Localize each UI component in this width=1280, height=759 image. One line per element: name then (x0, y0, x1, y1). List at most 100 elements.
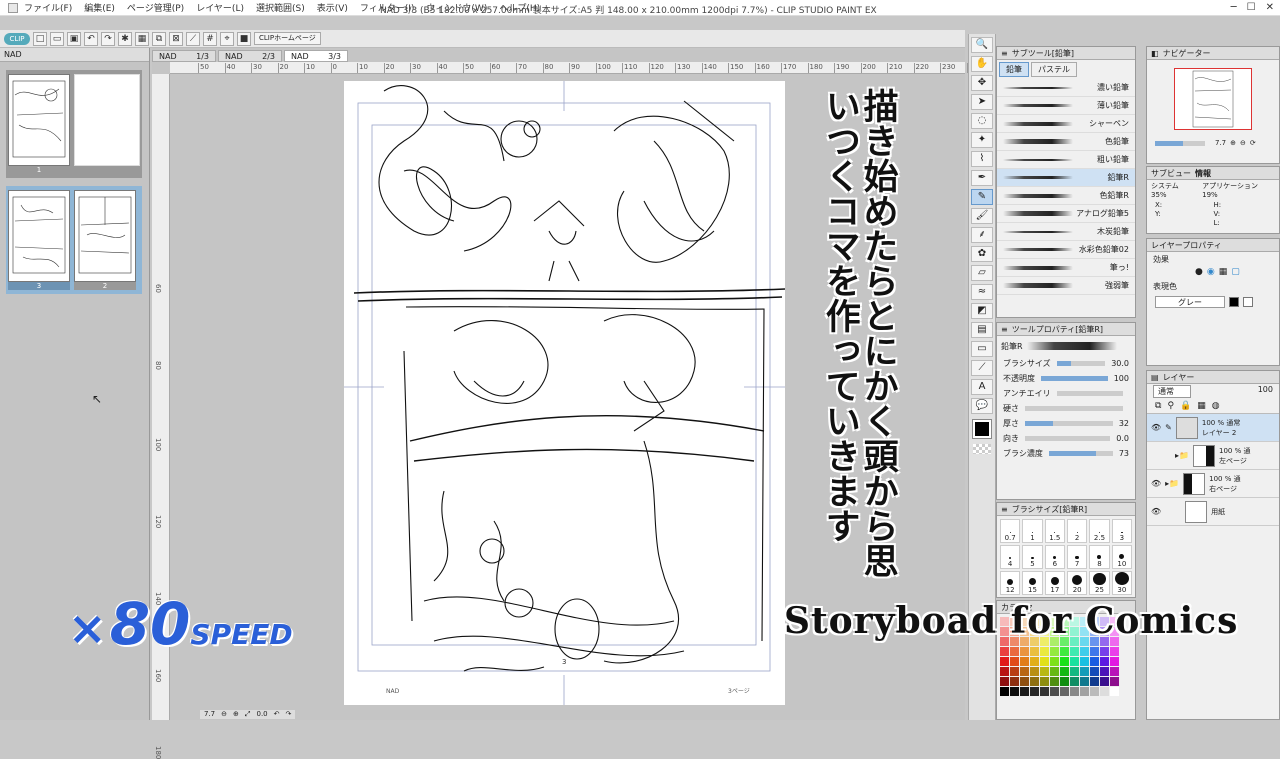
color-swatch[interactable] (1070, 657, 1079, 666)
color-swatch[interactable] (1020, 667, 1029, 676)
open-icon[interactable]: ▭ (50, 31, 64, 46)
menu-file[interactable]: ファイル(F) (24, 1, 72, 14)
rotate-icon[interactable]: ⟳ (1250, 139, 1256, 147)
layer-row[interactable]: 👁 ▸📁 100 % 通右ページ (1147, 470, 1279, 498)
color-swatch[interactable] (1080, 667, 1089, 676)
layer-row[interactable]: 👁 用紙 (1147, 498, 1279, 526)
property-row[interactable]: 向き 0.0 (997, 431, 1135, 446)
color-swatch[interactable] (1080, 687, 1089, 696)
move-tool-icon[interactable]: ✥ (971, 75, 993, 91)
balloon-tool-icon[interactable]: 💬 (971, 398, 993, 414)
zoom-in-icon[interactable]: ⊕ (1230, 139, 1236, 147)
clip-home-link[interactable]: CLIPホームページ (254, 32, 321, 45)
brush-item[interactable]: 木炭鉛筆 (997, 223, 1135, 241)
brush-item[interactable]: シャーペン (997, 115, 1135, 133)
page-panel-tab[interactable]: NAD (0, 48, 149, 62)
brush-size-cell[interactable]: 2.5 (1089, 519, 1110, 543)
color-swatch[interactable] (1060, 667, 1069, 676)
pencil-tool-icon[interactable]: ✎ (971, 189, 993, 205)
hand-tool-icon[interactable]: ✋ (971, 56, 993, 72)
color-swatch[interactable] (1000, 657, 1009, 666)
brush-size-cell[interactable]: 17 (1044, 571, 1065, 595)
object-tool-icon[interactable]: ➤ (971, 94, 993, 110)
brush-tool-icon[interactable]: 🖌 (971, 208, 993, 224)
property-slider[interactable] (1025, 421, 1113, 426)
brush-size-cell[interactable]: 5 (1022, 545, 1043, 569)
page3-thumbnail[interactable] (8, 190, 70, 282)
text-tool-icon[interactable]: A (971, 379, 993, 395)
brush-item[interactable]: 色鉛筆 (997, 133, 1135, 151)
eye-icon[interactable]: 👁 (1151, 479, 1161, 488)
brush-item[interactable]: 薄い鉛筆 (997, 97, 1135, 115)
doc-tab-1[interactable]: NAD 1/3 (152, 50, 216, 62)
property-row[interactable]: 硬さ (997, 401, 1135, 416)
color-swatch[interactable] (1090, 647, 1099, 656)
color-swatch[interactable] (1010, 677, 1019, 686)
decoration-tool-icon[interactable]: ✿ (971, 246, 993, 262)
brush-size-cell[interactable]: 6 (1044, 545, 1065, 569)
clear-icon[interactable]: ✱ (118, 31, 132, 46)
mask-icon[interactable]: ◍ (1212, 401, 1220, 411)
color-swatch[interactable] (1100, 647, 1109, 656)
navigator-preview[interactable] (1174, 68, 1252, 130)
display-color-select[interactable]: グレー (1155, 296, 1225, 308)
navigator-zoom-slider[interactable] (1155, 140, 1205, 146)
effect-tone2-icon[interactable]: ▦ (1219, 267, 1228, 277)
brush-size-cell[interactable]: 7 (1067, 545, 1088, 569)
effect-tone-icon[interactable]: ◉ (1207, 267, 1215, 277)
main-color-swatch[interactable] (972, 419, 992, 439)
blend-tool-icon[interactable]: ≈ (971, 284, 993, 300)
doc-tab-2[interactable]: NAD 2/3 (218, 50, 282, 62)
property-slider[interactable] (1025, 436, 1111, 441)
brush-item[interactable]: 鉛筆R (997, 169, 1135, 187)
color-swatch[interactable] (1030, 677, 1039, 686)
display-color-black[interactable] (1229, 297, 1239, 307)
color-swatch[interactable] (1060, 647, 1069, 656)
color-swatch[interactable] (1100, 677, 1109, 686)
color-swatch[interactable] (1010, 647, 1019, 656)
color-swatch[interactable] (1110, 667, 1119, 676)
ref-layer-icon[interactable]: ⚲ (1167, 401, 1174, 411)
color-swatch[interactable] (1060, 657, 1069, 666)
color-swatch[interactable] (1040, 687, 1049, 696)
color-swatch[interactable] (1040, 667, 1049, 676)
property-row[interactable]: 不透明度 100 (997, 371, 1135, 386)
brush-item[interactable]: 粗い鉛筆 (997, 151, 1135, 169)
color-swatch[interactable] (1080, 647, 1089, 656)
color-swatch[interactable] (1000, 647, 1009, 656)
rotate-right-icon[interactable]: ↷ (286, 710, 292, 719)
color-swatch[interactable] (1050, 677, 1059, 686)
display-color-white[interactable] (1243, 297, 1253, 307)
redo-icon[interactable]: ↷ (101, 31, 115, 46)
property-row[interactable]: 厚さ 32 (997, 416, 1135, 431)
color-swatch[interactable] (1070, 687, 1079, 696)
new-file-icon[interactable]: □ (33, 31, 47, 46)
frame-tool-icon[interactable]: ▭ (971, 341, 993, 357)
menu-layer[interactable]: レイヤー(L) (196, 1, 244, 14)
wand-tool-icon[interactable]: ✦ (971, 132, 993, 148)
minimize-icon[interactable]: ─ (1231, 2, 1237, 13)
deselect-icon[interactable]: ⊠ (169, 31, 183, 46)
brush-size-cell[interactable]: 30 (1111, 571, 1132, 595)
color-swatch[interactable] (1050, 667, 1059, 676)
color-swatch[interactable] (1060, 687, 1069, 696)
color-swatch[interactable] (1110, 687, 1119, 696)
menu-selection[interactable]: 選択範囲(S) (256, 1, 305, 14)
color-swatch[interactable] (1010, 667, 1019, 676)
layer-row[interactable]: 👁 ✎ 100 % 通常 レイヤー 2 (1147, 414, 1279, 442)
menu-page[interactable]: ページ管理(P) (127, 1, 184, 14)
zoom-in-status-icon[interactable]: ⊕ (233, 710, 239, 719)
effect-color-icon[interactable]: ▢ (1231, 267, 1240, 277)
zoom-out-status-icon[interactable]: ⊖ (221, 710, 227, 719)
brush-size-cell[interactable]: 2 (1067, 519, 1088, 543)
color-swatch[interactable] (1030, 647, 1039, 656)
rotate-left-icon[interactable]: ↶ (274, 710, 280, 719)
snap-ruler-icon[interactable]: ⟋ (186, 31, 200, 46)
maximize-icon[interactable]: ☐ (1247, 2, 1256, 13)
close-icon[interactable]: ✕ (1266, 2, 1274, 13)
eyedropper-tool-icon[interactable]: ⌇ (971, 151, 993, 167)
brush-size-cell[interactable]: 15 (1022, 571, 1043, 595)
color-swatch[interactable] (1010, 657, 1019, 666)
color-swatch[interactable] (1070, 677, 1079, 686)
color-swatch[interactable] (1100, 657, 1109, 666)
